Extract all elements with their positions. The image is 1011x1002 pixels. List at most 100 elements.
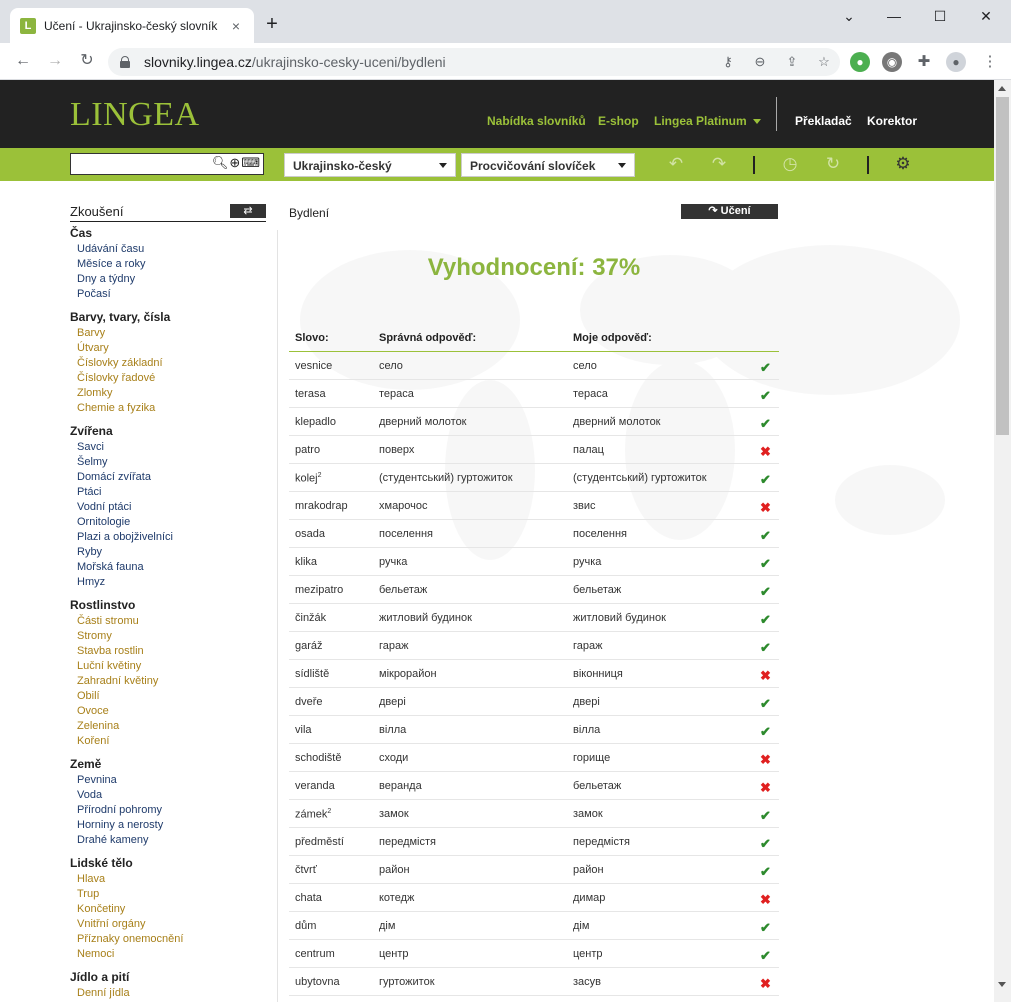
sidebar-item[interactable]: Vnitřní orgány [70, 917, 266, 932]
sidebar-item[interactable]: Končetiny [70, 902, 266, 917]
sidebar-item[interactable]: Voda [70, 788, 266, 803]
table-row: vila вілла вілла ✔ [289, 716, 779, 744]
nav-dictionaries[interactable]: Nabídka slovníků [487, 114, 586, 128]
minimize-icon[interactable]: — [879, 6, 909, 26]
table-body: vesnice село село ✔ terasa тераса тераса ✔ klepa… [289, 352, 779, 996]
sidebar-item[interactable]: Útvary [70, 341, 266, 356]
sidebar-item[interactable]: Udávání času [70, 242, 266, 257]
word-cell: osada [295, 528, 325, 540]
word-cell: klika [295, 556, 317, 568]
sidebar-item[interactable]: Ovoce [70, 704, 266, 719]
sidebar-item[interactable]: Přírodní pohromy [70, 803, 266, 818]
search-input[interactable]: 🔍︎⊕⌨ [70, 153, 264, 175]
learn-button[interactable]: ↷ Učení [681, 204, 778, 219]
new-tab-button[interactable]: + [262, 14, 282, 34]
nav-translator[interactable]: Překladač [795, 114, 852, 128]
lock-icon[interactable] [120, 56, 130, 68]
page-scrollbar[interactable] [994, 80, 1011, 1002]
table-row: klika ручка ручка ✔ [289, 548, 779, 576]
sidebar-item[interactable]: Luční květiny [70, 659, 266, 674]
sidebar-item[interactable]: Dny a týdny [70, 272, 266, 287]
sidebar-item[interactable]: Počasí [70, 287, 266, 302]
scroll-thumb[interactable] [996, 97, 1009, 435]
sidebar-item[interactable]: Číslovky základní [70, 356, 266, 371]
history-icon[interactable]: ◷ [778, 153, 802, 175]
sidebar-item[interactable]: Horniny a nerosty [70, 818, 266, 833]
scroll-up-icon[interactable] [998, 86, 1006, 91]
address-bar[interactable]: slovniky.lingea.cz/ukrajinsko-cesky-ucen… [108, 48, 840, 76]
sidebar-item[interactable]: Zelenina [70, 719, 266, 734]
sidebar-item[interactable]: Hlava [70, 872, 266, 887]
sidebar-item[interactable]: Koření [70, 734, 266, 749]
forward-icon[interactable]: → [44, 50, 66, 72]
sidebar-item[interactable]: Měsíce a roky [70, 257, 266, 272]
reload-icon[interactable]: ↻ [76, 50, 98, 72]
correct-answer-cell: дім [379, 920, 396, 932]
back-icon[interactable]: ← [12, 50, 34, 72]
correct-answer-cell: вілла [379, 724, 407, 736]
redo-history-icon[interactable]: ↻ [821, 153, 845, 175]
sidebar-item[interactable]: Hmyz [70, 575, 266, 590]
search-icon[interactable]: 🔍︎ [212, 155, 230, 170]
zoom-icon[interactable]: ⊖ [744, 54, 776, 70]
nav-platinum[interactable]: Lingea Platinum [654, 114, 761, 128]
sidebar-item[interactable]: Ornitologie [70, 515, 266, 530]
sidebar-item[interactable]: Stromy [70, 629, 266, 644]
menu-kebab-icon[interactable]: ⋮ [980, 52, 1000, 72]
keyboard-icon[interactable]: ⌨ [241, 155, 261, 170]
mode-select[interactable]: Procvičování slovíček [461, 153, 635, 177]
profile-avatar-icon[interactable]: ● [946, 52, 966, 72]
tab-close-icon[interactable]: × [228, 18, 244, 34]
sidebar-item[interactable]: Číslovky řadové [70, 371, 266, 386]
dictionary-select[interactable]: Ukrajinsko-český [284, 153, 456, 177]
sidebar-item[interactable]: Trup [70, 887, 266, 902]
lingea-logo[interactable]: LINGEA [70, 96, 200, 134]
extension-icon[interactable]: ◉ [882, 52, 902, 72]
sidebar-item[interactable]: Pevnina [70, 773, 266, 788]
sidebar-item[interactable]: Zlomky [70, 386, 266, 401]
bookmark-star-icon[interactable]: ☆ [808, 54, 840, 70]
sidebar-item[interactable]: Zahradní květiny [70, 674, 266, 689]
my-answer-cell: бельетаж [573, 584, 622, 596]
checkmark-icon: ✔ [760, 864, 771, 879]
zoom-search-icon[interactable]: ⊕ [229, 155, 241, 170]
sidebar-item[interactable]: Mořská fauna [70, 560, 266, 575]
sidebar-item[interactable]: Drahé kameny [70, 833, 266, 848]
sidebar-item[interactable]: Vodní ptáci [70, 500, 266, 515]
sidebar-item[interactable]: Domácí zvířata [70, 470, 266, 485]
sidebar-item[interactable]: Nemoci [70, 947, 266, 962]
sidebar-item[interactable]: Šelmy [70, 455, 266, 470]
nav-corrector[interactable]: Korektor [867, 114, 917, 128]
scroll-down-icon[interactable] [998, 982, 1006, 987]
sidebar-item[interactable]: Obilí [70, 689, 266, 704]
correct-answer-cell: замок [379, 808, 409, 820]
gear-icon[interactable]: ⚙ [891, 153, 915, 175]
url-text[interactable]: slovniky.lingea.cz/ukrajinsko-cesky-ucen… [144, 54, 712, 70]
sidebar-item[interactable]: Příznaky onemocnění [70, 932, 266, 947]
sidebar-item[interactable]: Plazi a obojživelníci [70, 530, 266, 545]
sidebar-item[interactable]: Savci [70, 440, 266, 455]
sidebar-item[interactable]: Stavba rostlin [70, 644, 266, 659]
share-icon[interactable]: ⇪ [776, 54, 808, 70]
browser-tab[interactable]: L Učení - Ukrajinsko-český slovník × [10, 8, 254, 43]
puzzle-icon[interactable]: ✚ [914, 52, 934, 72]
sidebar-category: Země [70, 757, 102, 771]
word-text: patro [295, 444, 321, 456]
extension-google-icon[interactable]: ● [850, 52, 870, 72]
swap-direction-button[interactable]: ⇄ [230, 204, 266, 218]
redo-arrow-icon[interactable]: ↷ [707, 153, 731, 175]
sidebar-item[interactable]: Barvy [70, 326, 266, 341]
sidebar-item[interactable]: Ryby [70, 545, 266, 560]
sidebar-item[interactable]: Ptáci [70, 485, 266, 500]
sidebar-item[interactable]: Části stromu [70, 614, 266, 629]
maximize-icon[interactable]: ☐ [925, 6, 955, 26]
tab-search-icon[interactable]: ⌄ [834, 6, 864, 26]
close-window-icon[interactable]: ✕ [971, 6, 1001, 26]
key-icon[interactable]: ⚷ [712, 54, 744, 70]
sidebar-item[interactable]: Denní jídla [70, 986, 266, 1001]
nav-eshop[interactable]: E-shop [598, 114, 639, 128]
sidebar-item[interactable]: Chemie a fyzika [70, 401, 266, 416]
undo-arrow-icon[interactable]: ↶ [664, 153, 688, 175]
forward-arrow-icon: ↷ [708, 205, 718, 217]
table-row: centrum центр центр ✔ [289, 940, 779, 968]
